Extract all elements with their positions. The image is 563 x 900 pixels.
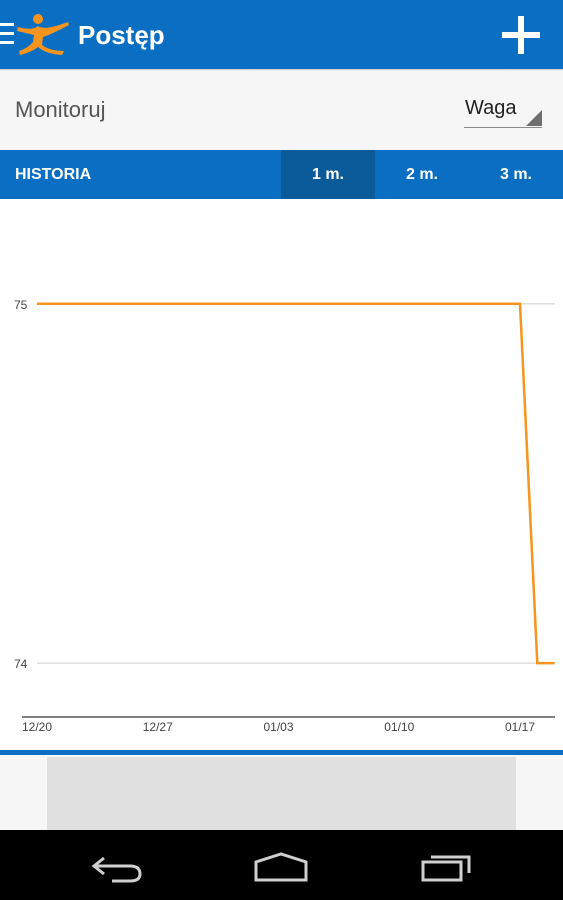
dropdown-caret-icon (526, 110, 542, 126)
page-title: Postęp (78, 20, 165, 50)
x-tick-label: 12/20 (22, 720, 52, 734)
tab-1-month[interactable]: 1 m. (281, 150, 375, 199)
x-tick-label: 12/27 (143, 720, 173, 734)
history-label: HISTORIA (15, 166, 92, 183)
x-tick-label: 01/10 (384, 720, 414, 734)
app-bar: Postęp (0, 0, 563, 69)
metric-select-value: Waga (465, 97, 517, 119)
monitor-label: Monitoruj (15, 97, 106, 122)
hamburger-menu-icon[interactable] (0, 23, 14, 47)
recent-apps-icon[interactable] (413, 846, 483, 886)
home-icon[interactable] (246, 846, 316, 886)
monitor-row: Monitoruj Waga (0, 71, 563, 150)
x-tick-label: 01/17 (505, 720, 535, 734)
system-nav-bar (0, 830, 563, 900)
ad-placeholder (47, 757, 516, 830)
bottom-area (0, 755, 563, 830)
plus-icon[interactable] (498, 12, 544, 58)
range-tab-bar: HISTORIA 1 m. 2 m. 3 m. (0, 150, 563, 199)
back-icon[interactable] (82, 846, 152, 886)
y-tick-label: 75 (14, 298, 28, 312)
weight-chart: 75 74 12/20 12/27 01/03 01/10 01/17 (14, 298, 555, 734)
x-tick-label: 01/03 (263, 720, 293, 734)
metric-select[interactable]: Waga (464, 95, 542, 128)
y-tick-label: 74 (14, 657, 28, 671)
running-person-logo[interactable] (16, 13, 72, 55)
tab-3-months[interactable]: 3 m. (469, 150, 563, 199)
weight-series-line (37, 302, 555, 665)
tab-2-months[interactable]: 2 m. (375, 150, 469, 199)
